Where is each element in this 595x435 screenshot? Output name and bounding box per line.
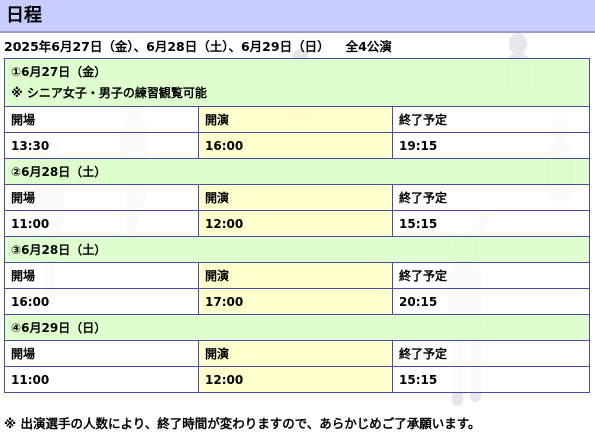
header-end: 終了予定 — [391, 340, 591, 367]
header-doors-open: 開場 — [4, 340, 199, 367]
header-end: 終了予定 — [391, 106, 591, 133]
doors-open-time: 13:30 — [4, 132, 199, 159]
performance-date: ④6月29日（日） — [3, 314, 591, 341]
performance-date-row: ④6月29日（日） — [3, 314, 591, 341]
end-time: 15:15 — [391, 366, 591, 393]
time-value-row: 13:30 16:00 19:15 — [4, 132, 591, 159]
end-time: 19:15 — [391, 132, 591, 159]
time-value-row: 11:00 12:00 15:15 — [4, 210, 591, 237]
header-start: 開演 — [198, 262, 393, 289]
start-time: 16:00 — [198, 132, 393, 159]
time-header-row: 開場 開演 終了予定 — [4, 262, 591, 289]
start-time: 12:00 — [198, 210, 393, 237]
performance-date-row: ①6月27日（金） ※ シニア女子・男子の練習観覧可能 — [3, 58, 591, 107]
time-header-row: 開場 開演 終了予定 — [4, 184, 591, 211]
header-doors-open: 開場 — [4, 106, 199, 133]
time-value-row: 11:00 12:00 15:15 — [4, 366, 591, 393]
performance-date-row: ③6月28日（土） — [3, 236, 591, 263]
performance-note: ※ シニア女子・男子の練習観覧可能 — [11, 85, 207, 100]
header-start: 開演 — [198, 106, 393, 133]
schedule-summary: 2025年6月27日（金）、6月28日（土）、6月29日（日） 全4公演 — [4, 39, 392, 55]
page-title: 日程 — [6, 5, 42, 26]
page-heading: 日程 — [0, 0, 595, 33]
performance-date-row: ②6月28日（土） — [3, 158, 591, 185]
header-doors-open: 開場 — [4, 262, 199, 289]
doors-open-time: 16:00 — [4, 288, 199, 315]
end-time: 20:15 — [391, 288, 591, 315]
time-header-row: 開場 開演 終了予定 — [4, 106, 591, 133]
performance-date: ③6月28日（土） — [3, 236, 591, 263]
performance-date: ②6月28日（土） — [3, 158, 591, 185]
schedule-table: ①6月27日（金） ※ シニア女子・男子の練習観覧可能 開場 開演 終了予定 1… — [3, 58, 591, 393]
start-time: 12:00 — [198, 366, 393, 393]
performance-count: 全4公演 — [345, 39, 392, 54]
header-end: 終了予定 — [391, 262, 591, 289]
header-start: 開演 — [198, 184, 393, 211]
header-start: 開演 — [198, 340, 393, 367]
doors-open-time: 11:00 — [4, 210, 199, 237]
end-time: 15:15 — [391, 210, 591, 237]
time-value-row: 16:00 17:00 20:15 — [4, 288, 591, 315]
performance-date: ①6月27日（金） — [11, 64, 107, 79]
header-end: 終了予定 — [391, 184, 591, 211]
summary-dates: 2025年6月27日（金）、6月28日（土）、6月29日（日） — [4, 39, 330, 54]
time-header-row: 開場 開演 終了予定 — [4, 340, 591, 367]
performance-date-cell: ①6月27日（金） ※ シニア女子・男子の練習観覧可能 — [3, 58, 591, 107]
start-time: 17:00 — [198, 288, 393, 315]
doors-open-time: 11:00 — [4, 366, 199, 393]
schedule-footnote: ※ 出演選手の人数により、終了時間が変わりますので、あらかじめご了承願います。 — [4, 416, 481, 431]
header-doors-open: 開場 — [4, 184, 199, 211]
